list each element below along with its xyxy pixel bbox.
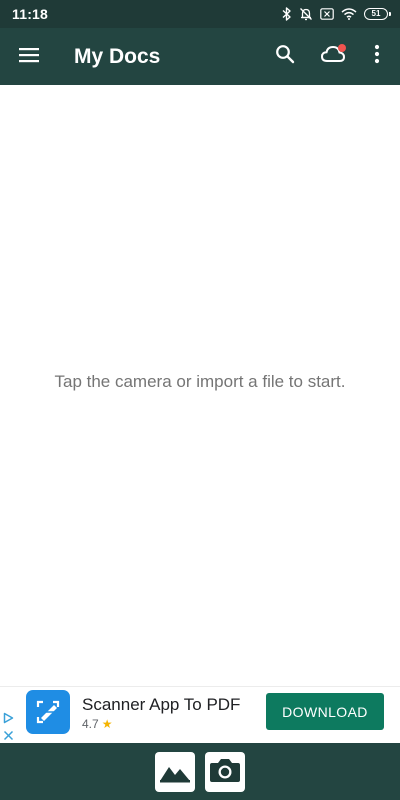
mute-icon [299, 7, 313, 21]
bottom-bar [0, 743, 400, 800]
menu-button[interactable] [17, 45, 41, 69]
sim-x-icon [320, 8, 334, 20]
ad-banner[interactable]: Scanner App To PDF 4.7 ★ DOWNLOAD [0, 686, 400, 743]
screen: 11:18 51 My Docs Tap the camera or impor… [0, 0, 400, 800]
cloud-sync-button[interactable] [319, 42, 347, 70]
status-bar: 11:18 51 [0, 0, 400, 28]
app-title: My Docs [74, 45, 161, 68]
ad-choices-icon[interactable] [3, 711, 14, 729]
gallery-icon [158, 757, 192, 788]
camera-icon [208, 756, 242, 789]
wifi-icon [341, 8, 357, 20]
cloud-notification-badge [338, 44, 346, 52]
download-button[interactable]: DOWNLOAD [266, 693, 384, 730]
search-button[interactable] [271, 42, 299, 70]
search-icon [275, 44, 295, 69]
ad-rating: 4.7 ★ [82, 717, 112, 731]
app-bar: My Docs [0, 28, 400, 85]
bluetooth-icon [282, 7, 292, 21]
scanner-app-icon[interactable] [26, 690, 70, 734]
more-options-button[interactable] [363, 42, 391, 70]
ad-title[interactable]: Scanner App To PDF [82, 695, 240, 715]
status-icons: 51 [282, 7, 391, 21]
ad-rating-value: 4.7 [82, 717, 99, 731]
empty-state-message: Tap the camera or import a file to start… [54, 372, 346, 391]
import-image-button[interactable] [155, 752, 195, 792]
status-time: 11:18 [12, 6, 49, 22]
menu-icon [19, 47, 39, 68]
battery-icon: 51 [364, 8, 391, 20]
camera-button[interactable] [205, 752, 245, 792]
star-icon: ★ [101, 717, 113, 731]
more-vert-icon [374, 44, 380, 69]
